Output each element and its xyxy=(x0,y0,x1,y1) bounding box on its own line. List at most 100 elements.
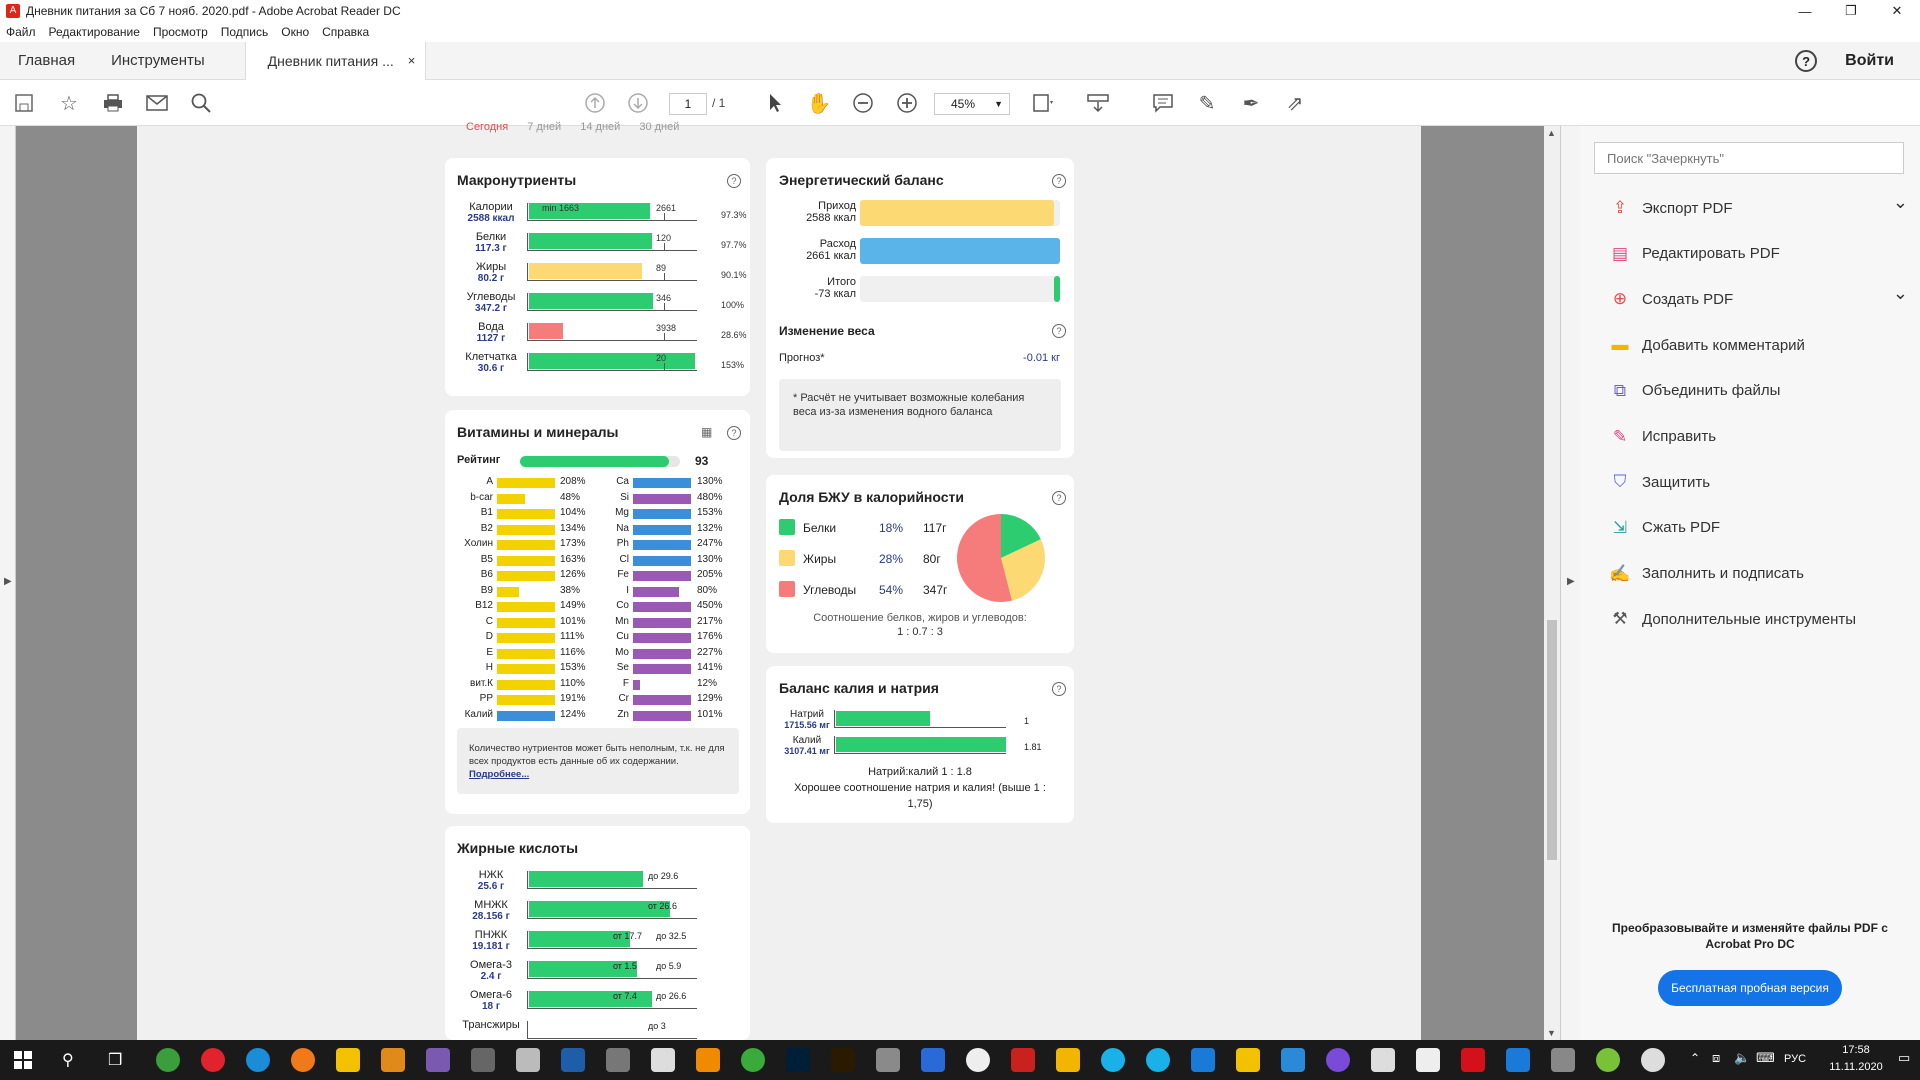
settings-app-icon[interactable] xyxy=(606,1048,630,1072)
chevron-down-icon[interactable]: ⌄ xyxy=(1893,192,1908,213)
vscode-icon[interactable] xyxy=(1506,1048,1530,1072)
tools-search-input[interactable] xyxy=(1594,142,1904,174)
hand-tool-icon[interactable]: ✋ xyxy=(806,90,832,116)
more-link[interactable]: Подробнее... xyxy=(469,769,529,780)
save-icon[interactable] xyxy=(11,90,37,116)
tab-tools[interactable]: Инструменты xyxy=(93,42,223,80)
rdp-icon[interactable] xyxy=(921,1048,945,1072)
menu-view[interactable]: Просмотр xyxy=(153,25,208,39)
menu-file[interactable]: Файл xyxy=(6,25,36,39)
menu-window[interactable]: Окно xyxy=(281,25,309,39)
terminal-icon[interactable] xyxy=(561,1048,585,1072)
monitor-icon[interactable] xyxy=(1281,1048,1305,1072)
help-icon[interactable]: ? xyxy=(727,174,741,188)
clock-date[interactable]: 11.11.2020 xyxy=(1820,1061,1892,1073)
email-icon[interactable] xyxy=(144,90,170,116)
bookmark-star-icon[interactable]: ☆ xyxy=(56,90,82,116)
skype-icon[interactable] xyxy=(1101,1048,1125,1072)
tool-item[interactable]: ▬ Добавить комментарий xyxy=(1608,333,1908,357)
tool-item[interactable]: ▤ Редактировать PDF xyxy=(1608,242,1908,266)
left-panel-toggle[interactable]: ▶ xyxy=(0,126,16,1040)
opera-icon[interactable] xyxy=(201,1048,225,1072)
period-14[interactable]: 14 дней xyxy=(580,121,620,133)
scroll-down-icon[interactable]: ▼ xyxy=(1547,1028,1556,1038)
right-panel-toggle[interactable]: ▶ xyxy=(1560,126,1580,1040)
filezilla-icon[interactable] xyxy=(1011,1048,1035,1072)
tool-item[interactable]: ⇪ Экспорт PDF ⌄ xyxy=(1608,192,1908,220)
acrobat-taskbar-icon[interactable] xyxy=(1461,1048,1485,1072)
language-indicator[interactable]: РУС xyxy=(1784,1053,1806,1065)
7zip-icon[interactable] xyxy=(651,1048,675,1072)
editor-icon[interactable] xyxy=(1371,1048,1395,1072)
photoshop-icon[interactable] xyxy=(786,1048,810,1072)
help-icon[interactable]: ? xyxy=(727,426,741,440)
close-tab-icon[interactable]: × xyxy=(408,53,416,68)
windows-start-icon[interactable] xyxy=(14,1051,32,1069)
winrar-icon[interactable] xyxy=(426,1048,450,1072)
tool-item[interactable]: ✍ Заполнить и подписать xyxy=(1608,562,1908,586)
help-icon[interactable]: ? xyxy=(1052,682,1066,696)
keyboard-icon[interactable]: ⌨ xyxy=(1756,1050,1775,1066)
skype-business-icon[interactable] xyxy=(1146,1048,1170,1072)
menu-help[interactable]: Справка xyxy=(322,25,369,39)
clock-app-icon[interactable] xyxy=(1641,1048,1665,1072)
store-icon[interactable] xyxy=(471,1048,495,1072)
menu-edit[interactable]: Редактирование xyxy=(49,25,140,39)
help-icon[interactable]: ? xyxy=(1052,174,1066,188)
print-icon[interactable] xyxy=(100,90,126,116)
edge-icon[interactable] xyxy=(246,1048,270,1072)
bridge-icon[interactable] xyxy=(831,1048,855,1072)
sublime-icon[interactable] xyxy=(381,1048,405,1072)
tool-item[interactable]: ⧉ Объединить файлы xyxy=(1608,379,1908,403)
tab-document[interactable]: Дневник питания ... × xyxy=(244,41,427,80)
document-scrollbar[interactable]: ▲ ▼ xyxy=(1544,126,1560,1040)
scroll-mode-icon[interactable] xyxy=(1085,90,1111,116)
help-icon[interactable]: ? xyxy=(1052,491,1066,505)
select-cursor-icon[interactable] xyxy=(762,90,788,116)
period-today[interactable]: Сегодня xyxy=(466,121,508,133)
tool-item[interactable]: ⚒ Дополнительные инструменты xyxy=(1608,607,1908,631)
archive-icon[interactable] xyxy=(876,1048,900,1072)
network-icon[interactable]: ⧈ xyxy=(1712,1050,1720,1066)
sign-icon[interactable]: ✒ xyxy=(1238,90,1264,116)
utorrent-icon[interactable] xyxy=(741,1048,765,1072)
tool-item[interactable]: ✎ Исправить xyxy=(1608,425,1908,449)
vlc-icon[interactable] xyxy=(696,1048,720,1072)
menu-sign[interactable]: Подпись xyxy=(221,25,269,39)
comment-icon[interactable] xyxy=(1150,90,1176,116)
close-window-button[interactable]: ✕ xyxy=(1874,0,1920,22)
highlight-pen-icon[interactable]: ✎ xyxy=(1194,90,1220,116)
help-icon[interactable]: ? xyxy=(1795,50,1818,72)
zoom-select[interactable]: 45% ▼ xyxy=(934,93,1010,115)
notifications-icon[interactable]: ▭ xyxy=(1898,1050,1918,1070)
fit-page-icon[interactable] xyxy=(1030,90,1056,116)
chrome-icon[interactable] xyxy=(156,1048,180,1072)
tool-icon[interactable] xyxy=(1236,1048,1260,1072)
maximize-button[interactable]: ❐ xyxy=(1828,0,1874,22)
volume-icon[interactable]: 🔈 xyxy=(1734,1050,1750,1066)
scroll-up-icon[interactable]: ▲ xyxy=(1547,128,1556,138)
tray-chevron-icon[interactable]: ⌃ xyxy=(1690,1051,1700,1065)
tray-app-icon[interactable] xyxy=(1596,1048,1620,1072)
firefox-icon[interactable] xyxy=(291,1048,315,1072)
notepad-icon[interactable] xyxy=(516,1048,540,1072)
misc-app-icon[interactable] xyxy=(1551,1048,1575,1072)
explorer-icon[interactable] xyxy=(336,1048,360,1072)
share-export-icon[interactable]: ⇗ xyxy=(1282,90,1308,116)
page-down-icon[interactable] xyxy=(625,90,651,116)
period-30[interactable]: 30 дней xyxy=(639,121,679,133)
mail-icon[interactable] xyxy=(1191,1048,1215,1072)
task-view-icon[interactable]: ❒ xyxy=(108,1050,122,1070)
page-number-input[interactable]: 1 xyxy=(669,93,707,115)
search-icon[interactable]: ⚲ xyxy=(62,1050,74,1070)
tab-home[interactable]: Главная xyxy=(0,42,93,80)
app-icon[interactable] xyxy=(1056,1048,1080,1072)
obs-icon[interactable] xyxy=(966,1048,990,1072)
minimize-button[interactable]: — xyxy=(1782,0,1828,22)
tool-item[interactable]: ⊕ Создать PDF ⌄ xyxy=(1608,283,1908,311)
table-view-icon[interactable]: ▦ xyxy=(701,425,712,439)
scroll-thumb[interactable] xyxy=(1547,620,1557,860)
period-7[interactable]: 7 дней xyxy=(527,121,561,133)
tool-item[interactable]: ⇲ Сжать PDF xyxy=(1608,516,1908,540)
zoom-out-icon[interactable] xyxy=(850,90,876,116)
